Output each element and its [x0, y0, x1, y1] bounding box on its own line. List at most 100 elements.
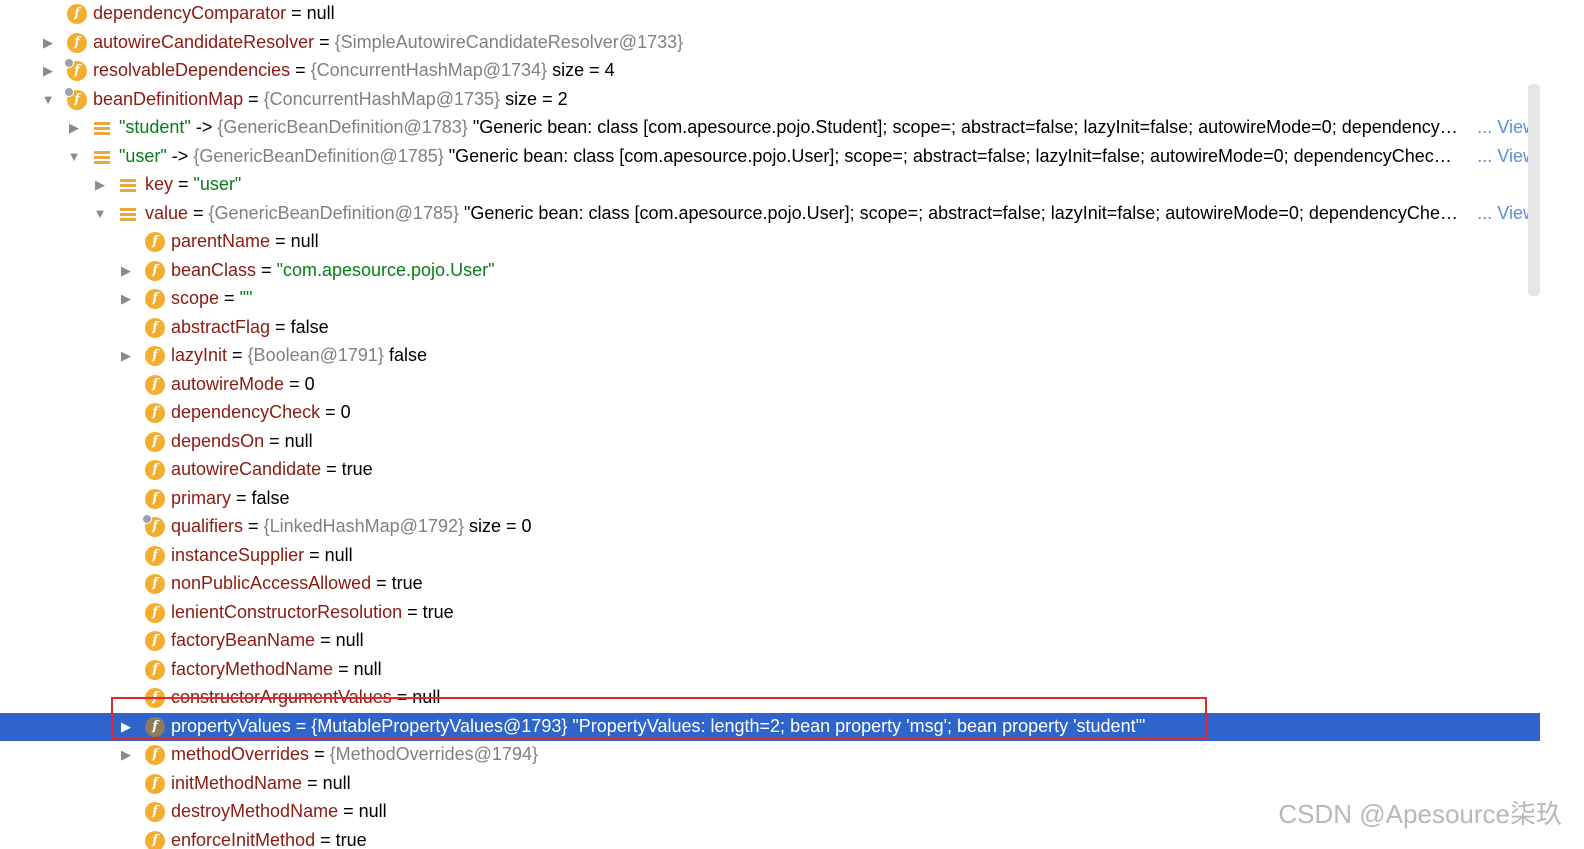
final-field-icon: f	[142, 514, 165, 537]
tree-row-student[interactable]: ▶ "student" -> {GenericBeanDefinition@178…	[0, 114, 1540, 143]
tree-row-dependson[interactable]: f dependsOn = null	[0, 428, 1540, 457]
variable-value: "Generic bean: class [com.apesource.pojo…	[472, 117, 1460, 137]
field-icon: f	[145, 488, 165, 509]
tree-row-lenientconstructorresolution[interactable]: f lenientConstructorResolution = true	[0, 599, 1540, 628]
field-icon: f	[145, 317, 165, 338]
map-entry-icon	[93, 118, 113, 140]
tree-row-beandefinitionmap[interactable]: ▼ f beanDefinitionMap = {ConcurrentHashMap…	[0, 86, 1540, 115]
collapsed-arrow-icon[interactable]: ▶	[41, 63, 55, 79]
variable-value: false	[251, 487, 290, 508]
operator: =	[243, 516, 264, 536]
tree-row-qualifiers[interactable]: f qualifiers = {LinkedHashMap@1792} size …	[0, 513, 1540, 542]
variable-value: null	[353, 658, 382, 679]
object-reference: {GenericBeanDefinition@1783}	[217, 117, 468, 137]
operator: =	[391, 687, 413, 707]
tree-row-constructorargumentvalues[interactable]: f constructorArgumentValues = null	[0, 684, 1540, 713]
operator: =	[314, 31, 335, 52]
tree-row-text: abstractFlag = false	[171, 314, 329, 343]
collapsed-arrow-icon[interactable]: ▶	[67, 120, 81, 136]
variable-value: false	[388, 345, 427, 365]
variable-value: null	[412, 687, 441, 707]
tree-row-text: autowireCandidate = true	[171, 456, 373, 485]
variable-name: lenientConstructorResolution	[171, 601, 403, 622]
collapsed-arrow-icon[interactable]: ▶	[119, 263, 133, 279]
tree-row-text: "student" -> {GenericBeanDefinition@1783…	[119, 114, 1460, 143]
variable-name: nonPublicAccessAllowed	[171, 573, 372, 593]
tree-row-key[interactable]: ▶ key = "user"	[0, 171, 1540, 200]
tree-row-text: lenientConstructorResolution = true	[171, 599, 454, 628]
variable-value: "com.apesource.pojo.User"	[276, 259, 495, 280]
collapsed-arrow-icon[interactable]: ▶	[119, 291, 133, 307]
collapsed-arrow-icon[interactable]: ▶	[93, 177, 107, 193]
tree-row-nonpublicaccessallowed[interactable]: f nonPublicAccessAllowed = true	[0, 570, 1540, 599]
variables-tree: f dependencyComparator = null ▶ f autowireCa…	[0, 0, 1540, 849]
collapsed-arrow-icon[interactable]: ▶	[119, 719, 133, 735]
operator: =	[315, 630, 336, 650]
tree-row-text: autowireCandidateResolver = {SimpleAutow…	[93, 29, 683, 58]
field-icon: f	[67, 32, 87, 53]
tree-row-factorybeanname[interactable]: f factoryBeanName = null	[0, 627, 1540, 656]
tree-row-scope[interactable]: ▶ f scope = ""	[0, 285, 1540, 314]
field-icon: f	[145, 460, 165, 480]
watermark: CSDN @Apesource柒玖	[1278, 799, 1562, 829]
variable-name: lazyInit	[171, 345, 228, 365]
tree-row-propertyvalues[interactable]: ▶ f propertyValues = {MutablePropertyValue…	[0, 712, 1540, 741]
variable-value: "Generic bean: class [com.apesource.pojo…	[448, 145, 1460, 166]
variable-name: beanClass	[171, 259, 257, 280]
tree-row-dependencycomparator[interactable]: f dependencyComparator = null	[0, 0, 1540, 29]
tree-row-autowirecandidate[interactable]: f autowireCandidate = true	[0, 456, 1540, 485]
collapsed-arrow-icon[interactable]: ▶	[41, 35, 55, 51]
variable-value: 0	[304, 373, 315, 394]
tree-row-dependencycheck[interactable]: f dependencyCheck = 0	[0, 399, 1540, 428]
map-entry-icon	[93, 147, 113, 169]
tree-row-factorymethodname[interactable]: f factoryMethodName = null	[0, 656, 1540, 685]
tree-row-autowirecandidateresolver[interactable]: ▶ f autowireCandidateResolver = {SimpleAut…	[0, 29, 1540, 58]
variable-value: null	[335, 630, 364, 650]
tree-row-primary[interactable]: f primary = false	[0, 485, 1540, 514]
view-link[interactable]: ... View	[1475, 142, 1536, 169]
map-entry-icon	[119, 204, 139, 226]
tree-row-beanclass[interactable]: ▶ f beanClass = "com.apesource.pojo.User"	[0, 257, 1540, 286]
tree-row-resolvabledependencies[interactable]: ▶ f resolvableDependencies = {ConcurrentHa…	[0, 57, 1540, 86]
expanded-arrow-icon[interactable]: ▼	[93, 206, 107, 222]
variable-name: "user"	[119, 145, 167, 166]
tree-row-lazyinit[interactable]: ▶ f lazyInit = {Boolean@1791} false	[0, 342, 1540, 371]
operator: =	[290, 60, 311, 80]
variable-name: autowireMode	[171, 373, 285, 394]
collapsed-arrow-icon[interactable]: ▶	[119, 348, 133, 364]
tree-row-autowiremode[interactable]: f autowireMode = 0	[0, 371, 1540, 400]
tree-row-parentname[interactable]: f parentName = null	[0, 228, 1540, 257]
variable-name: constructorArgumentValues	[171, 687, 392, 707]
variable-value: false	[290, 316, 329, 337]
variable-value: "user"	[193, 174, 242, 194]
view-link[interactable]: ... View	[1475, 114, 1536, 140]
vertical-scrollbar[interactable]	[1528, 84, 1540, 296]
operator: =	[338, 801, 359, 821]
field-icon: f	[145, 716, 165, 737]
variable-name: parentName	[171, 231, 271, 251]
variable-value: null	[322, 772, 351, 793]
tree-row-text: dependencyComparator = null	[93, 0, 335, 29]
variable-name: resolvableDependencies	[93, 60, 291, 80]
field-icon: f	[145, 602, 165, 623]
operator: =	[188, 202, 209, 223]
tree-row-user[interactable]: ▼ "user" -> {GenericBeanDefinition@1785} …	[0, 142, 1540, 172]
operator: =	[243, 88, 264, 109]
tree-row-text: destroyMethodName = null	[171, 798, 387, 827]
collapsed-arrow-icon[interactable]: ▶	[119, 747, 133, 763]
tree-row-value[interactable]: ▼ value = {GenericBeanDefinition@1785} "G…	[0, 199, 1540, 229]
variable-name: instanceSupplier	[171, 544, 305, 565]
expanded-arrow-icon[interactable]: ▼	[67, 149, 81, 165]
tree-row-text: factoryBeanName = null	[171, 627, 364, 656]
tree-row-instancesupplier[interactable]: f instanceSupplier = null	[0, 542, 1540, 571]
expanded-arrow-icon[interactable]: ▼	[41, 92, 55, 108]
variable-name: dependencyComparator	[93, 3, 287, 23]
variable-name: scope	[171, 288, 220, 308]
field-icon: f	[145, 289, 165, 309]
variable-name: primary	[171, 487, 232, 508]
tree-row-methodoverrides[interactable]: ▶ f methodOverrides = {MethodOverrides@179…	[0, 741, 1540, 770]
view-link[interactable]: ... View	[1475, 199, 1536, 226]
tree-row-abstractflag[interactable]: f abstractFlag = false	[0, 314, 1540, 343]
variable-value: size = 4	[552, 60, 615, 80]
debugger-variables-panel: f dependencyComparator = null ▶ f autowireCa…	[0, 0, 1584, 849]
